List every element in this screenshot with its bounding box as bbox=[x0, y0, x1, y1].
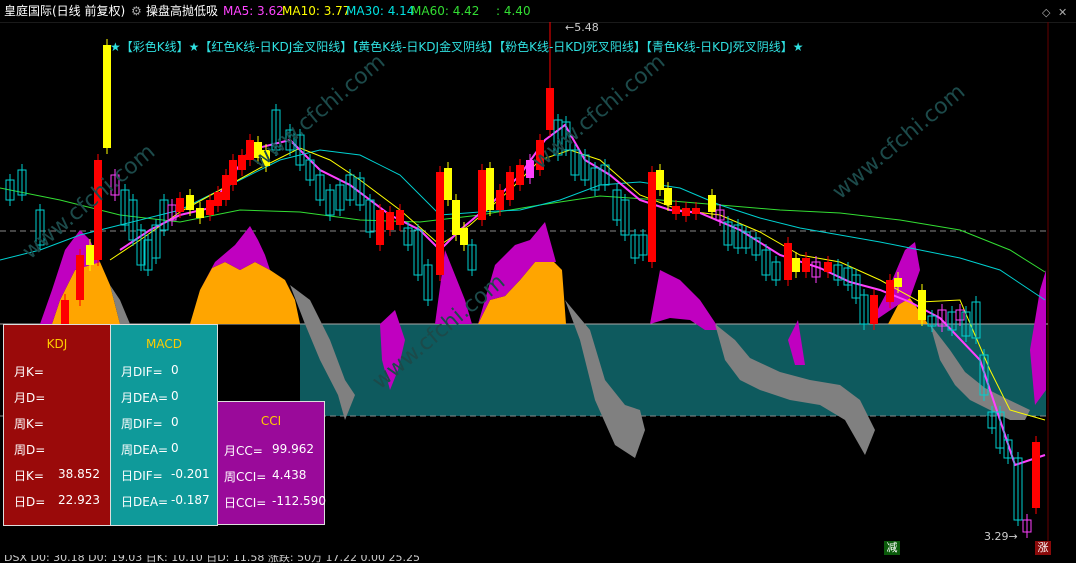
ma60-value: MA60: 4.42 bbox=[411, 4, 480, 18]
watermark-text: www.cfchi.com bbox=[828, 79, 970, 204]
candle-body bbox=[516, 165, 524, 185]
bottom-status-text: DSX D0: 30.18 D0: 19.03 日K: 10.10 日D: 11… bbox=[4, 555, 421, 563]
diamond-icon[interactable]: ◇ bbox=[1042, 6, 1050, 19]
candle-body bbox=[460, 228, 468, 245]
candle-body bbox=[222, 175, 230, 200]
high-price-label: ←5.48 bbox=[565, 21, 599, 34]
chart-header: 皇庭国际(日线 前复权) ⚙ 操盘高抛低吸 MA5: 3.62 MA10: 3.… bbox=[0, 0, 1076, 22]
candle-body bbox=[452, 200, 460, 235]
macd-panel: MACD 月DIF= 0 月DEA= 0 周DIF= 0 周DEA= 0 日DIF= -0… bbox=[110, 324, 218, 526]
candle-body bbox=[824, 262, 832, 272]
magenta-area bbox=[650, 270, 720, 330]
candle-body bbox=[692, 208, 700, 214]
macd-title: MACD bbox=[146, 337, 182, 351]
reduce-tag[interactable]: 减 bbox=[884, 541, 900, 555]
candle-body bbox=[486, 168, 494, 210]
extra-value: : 4.40 bbox=[496, 4, 531, 18]
candle-body bbox=[784, 243, 792, 280]
kdj-row: 日D= 22.923 bbox=[14, 493, 100, 509]
candle-body bbox=[648, 172, 656, 262]
cci-panel: CCI 月CC= 99.962 周CCI= 4.438 日CCI= -112.590 bbox=[217, 401, 326, 525]
candle-body bbox=[186, 195, 194, 210]
low-price-label: 3.29→ bbox=[984, 530, 1018, 543]
macd-row: 月DIF= 0 bbox=[121, 363, 179, 379]
candle-body bbox=[792, 258, 800, 272]
candle-body bbox=[672, 206, 680, 214]
kdj-panel: KDJ 月K= 月D= 周K= 周D= 日K= 38.852 日D= 22.923 bbox=[3, 324, 111, 526]
candle-body bbox=[206, 200, 214, 215]
candle-body bbox=[238, 155, 246, 170]
candle-body bbox=[376, 210, 384, 245]
cci-title: CCI bbox=[260, 414, 282, 428]
macd-row: 月DEA= 0 bbox=[121, 389, 179, 405]
candle-body bbox=[496, 190, 504, 210]
kline-legend: ★【彩色K线】★【红色K线-日KDJ金叉阳线】【黄色K线-日KDJ金叉阴线】【粉… bbox=[110, 40, 804, 54]
cci-row: 月CC= 99.962 bbox=[224, 442, 314, 458]
ma30-value: MA30: 4.14 bbox=[346, 4, 415, 18]
candle-body bbox=[396, 210, 404, 225]
bottom-status-bar: DSX D0: 30.18 D0: 19.03 日K: 10.10 日D: 11… bbox=[0, 555, 1076, 563]
candle-body bbox=[229, 160, 237, 185]
indicator-name[interactable]: 操盘高抛低吸 bbox=[146, 0, 218, 22]
candle-body bbox=[444, 168, 452, 200]
kdj-row: 月K= bbox=[14, 365, 44, 379]
candle-body bbox=[802, 258, 810, 272]
candle-body bbox=[478, 170, 486, 220]
ma5-value: MA5: 3.62 bbox=[223, 4, 284, 18]
cci-row: 周CCI= 4.438 bbox=[224, 468, 307, 484]
kdj-row: 月D= bbox=[14, 391, 46, 405]
macd-row: 周DIF= 0 bbox=[121, 415, 179, 431]
candle-body bbox=[918, 290, 926, 320]
kdj-title: KDJ bbox=[46, 337, 68, 351]
stock-title[interactable]: 皇庭国际(日线 前复权) bbox=[4, 0, 125, 22]
close-icon[interactable]: ✕ bbox=[1058, 6, 1067, 19]
kdj-row: 日K= 38.852 bbox=[14, 467, 100, 483]
candle-body bbox=[214, 192, 222, 206]
candle-body bbox=[86, 245, 94, 265]
cci-row: 日CCI= -112.590 bbox=[224, 494, 326, 510]
settings-icon[interactable]: ⚙ bbox=[131, 0, 142, 22]
macd-row: 周DEA= 0 bbox=[121, 441, 179, 457]
rise-tag[interactable]: 涨 bbox=[1035, 541, 1051, 555]
candle-body bbox=[196, 208, 204, 218]
candle-body bbox=[103, 45, 111, 148]
candle-body bbox=[61, 300, 69, 324]
candle-body bbox=[656, 170, 664, 190]
kdj-row: 周D= bbox=[14, 443, 46, 457]
candle-body bbox=[76, 255, 84, 300]
candle-body bbox=[1032, 442, 1040, 508]
candle-body bbox=[436, 172, 444, 275]
orange-area bbox=[190, 262, 300, 324]
candle-body bbox=[664, 188, 672, 205]
ma10-value: MA10: 3.77 bbox=[282, 4, 351, 18]
macd-row: 日DIF= -0.201 bbox=[121, 467, 210, 483]
candle-body bbox=[386, 212, 394, 230]
candle-body bbox=[506, 172, 514, 200]
candle-body bbox=[708, 195, 716, 212]
candle-body bbox=[682, 208, 690, 216]
candle-body bbox=[894, 278, 902, 287]
macd-row: 日DEA= -0.187 bbox=[121, 493, 210, 509]
candle-body bbox=[176, 198, 184, 212]
candle-body bbox=[886, 280, 894, 302]
candle-body bbox=[870, 295, 878, 324]
kdj-row: 周K= bbox=[14, 417, 44, 431]
